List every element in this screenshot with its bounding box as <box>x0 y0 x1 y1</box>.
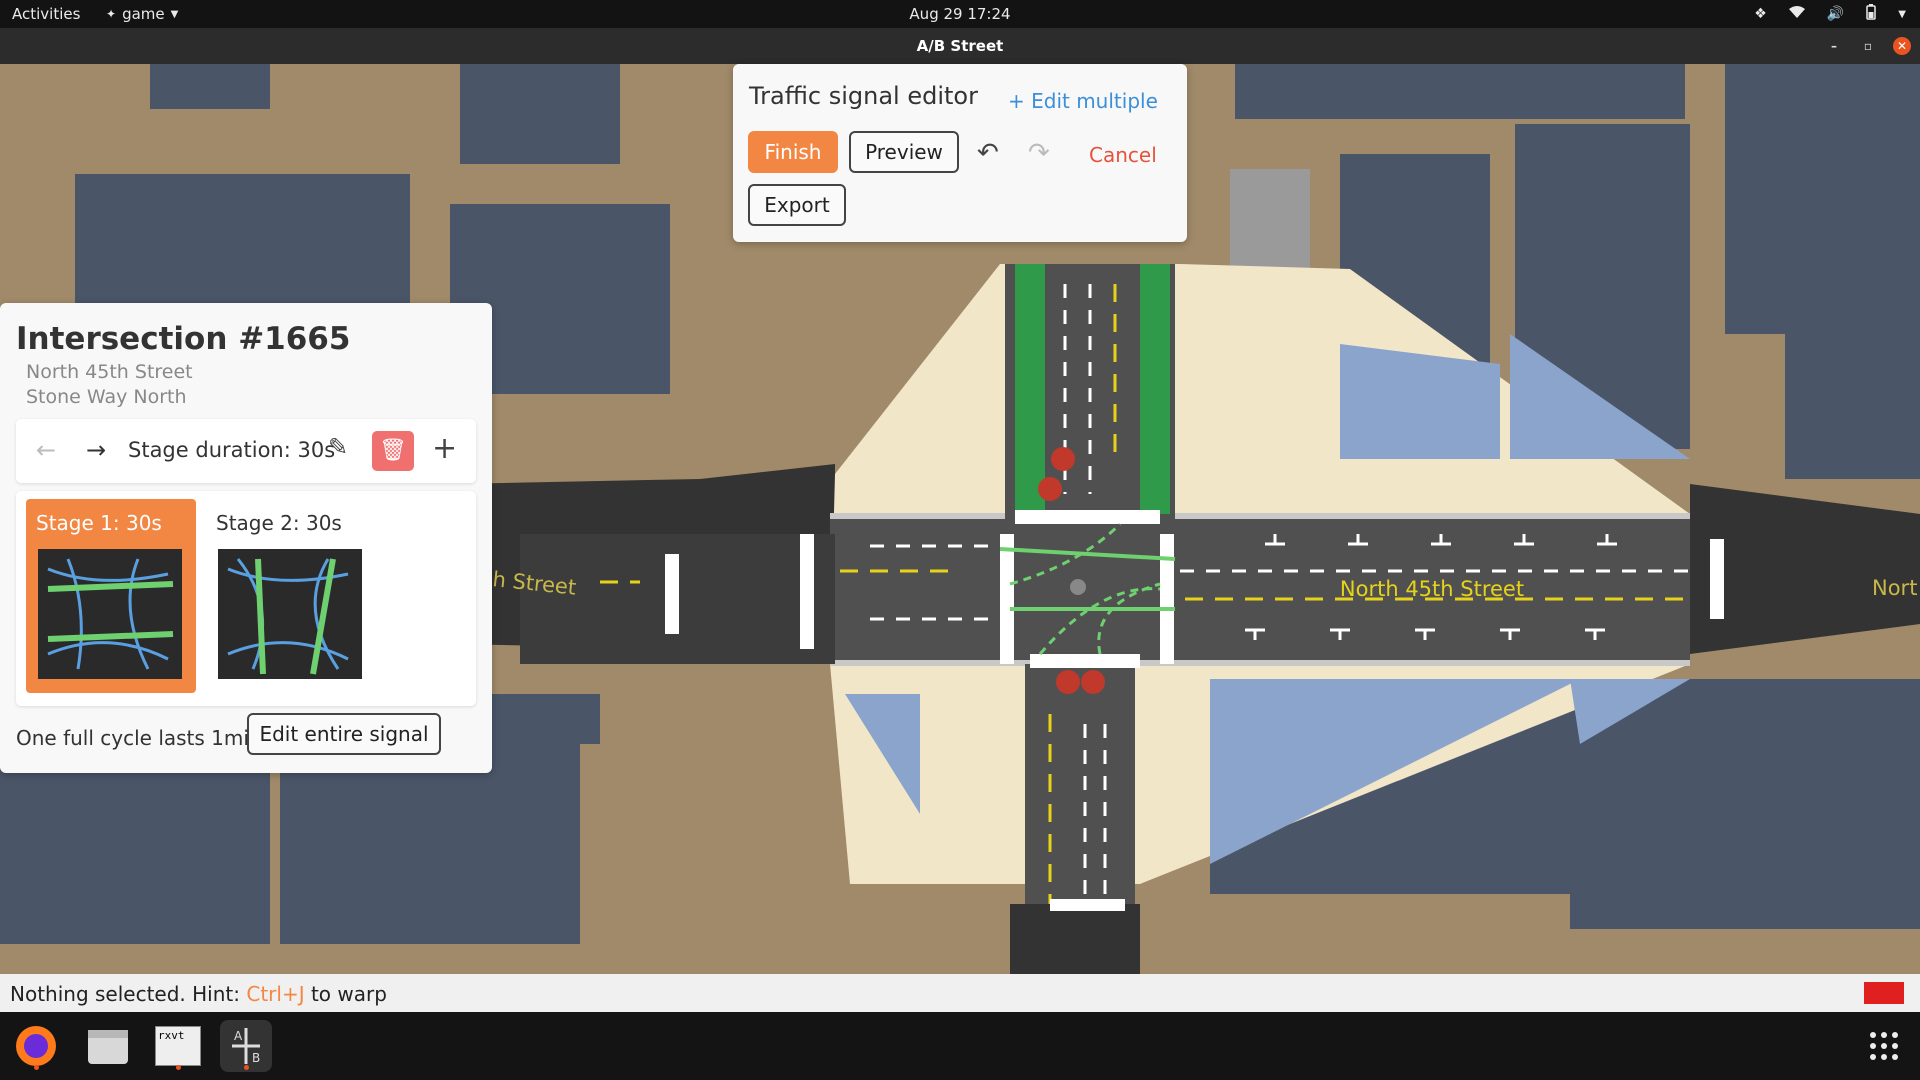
traffic-signal-editor-panel: Traffic signal editor + Edit multiple Fi… <box>733 64 1187 242</box>
stage-toolbar: ← → Stage duration: 30s ✎ 🗑 + <box>16 419 476 483</box>
files-icon[interactable] <box>82 1020 134 1072</box>
street-name: North 45th Street <box>26 361 193 383</box>
stage-list: Stage 1: 30s Stage 2: 30s <box>16 491 476 706</box>
window-title: A/B Street <box>916 37 1004 55</box>
finish-button[interactable]: Finish <box>748 131 838 173</box>
intersection-panel: Intersection #1665 North 45th Street Sto… <box>0 303 492 773</box>
status-message: Nothing selected. Hint: Ctrl+J to warp <box>10 982 387 1006</box>
minimize-button[interactable]: – <box>1825 37 1843 55</box>
street-name: Stone Way North <box>26 386 187 408</box>
stage-card-1[interactable]: Stage 1: 30s <box>26 499 196 693</box>
status-bar: Nothing selected. Hint: Ctrl+J to warp <box>0 974 1920 1012</box>
undo-icon[interactable]: ↶ <box>977 138 999 168</box>
stage-thumbnail <box>38 549 182 679</box>
svg-text:A: A <box>234 1029 243 1043</box>
dropbox-icon[interactable]: ❖ <box>1754 6 1767 22</box>
chevron-down-icon: ▼ <box>170 8 179 20</box>
trash-icon[interactable]: 🗑 <box>372 431 414 471</box>
arrow-left-icon[interactable]: ← <box>36 436 56 464</box>
maximize-button[interactable]: ▫ <box>1859 37 1877 55</box>
panel-title: Traffic signal editor <box>749 82 978 110</box>
window-title-bar: A/B Street – ▫ ✕ <box>0 28 1920 64</box>
status-indicator <box>1864 982 1904 1004</box>
volume-icon[interactable]: 🔊 <box>1827 6 1844 22</box>
activities-button[interactable]: Activities <box>12 5 80 23</box>
terminal-label: rxvt <box>155 1026 201 1066</box>
street-label-north-45th: North 45th Street <box>1340 577 1524 601</box>
stage-thumbnail <box>218 549 362 679</box>
pencil-icon[interactable]: ✎ <box>328 433 348 461</box>
redo-icon[interactable]: ↷ <box>1028 138 1050 168</box>
plus-icon[interactable]: + <box>432 431 457 466</box>
app-menu[interactable]: ✦ game ▼ <box>106 5 178 23</box>
street-label-east: Nort <box>1872 576 1917 600</box>
app-menu-label: game <box>122 5 165 23</box>
clock[interactable]: Aug 29 17:24 <box>909 5 1010 23</box>
close-button[interactable]: ✕ <box>1893 37 1911 55</box>
app-grid-icon[interactable] <box>1858 1020 1910 1072</box>
edit-multiple-link[interactable]: + Edit multiple <box>1008 89 1158 113</box>
stage-label: Stage 1: 30s <box>36 511 162 535</box>
battery-icon[interactable] <box>1866 4 1877 24</box>
svg-text:B: B <box>252 1051 260 1065</box>
system-top-bar: Activities ✦ game ▼ Aug 29 17:24 ❖ 🔊 ▼ <box>0 0 1920 28</box>
dock: rxvt AB <box>0 1012 1920 1080</box>
preview-button[interactable]: Preview <box>849 131 959 173</box>
cycle-length-text: One full cycle lasts 1min <box>16 726 262 750</box>
stage-duration: Stage duration: 30s <box>128 438 336 462</box>
terminal-icon[interactable]: rxvt <box>152 1020 204 1072</box>
wifi-icon[interactable] <box>1788 5 1805 23</box>
arrow-right-icon[interactable]: → <box>86 436 106 464</box>
export-button[interactable]: Export <box>748 184 846 226</box>
firefox-icon[interactable] <box>10 1020 62 1072</box>
cancel-button[interactable]: Cancel <box>1089 143 1157 167</box>
abstreet-icon[interactable]: AB <box>220 1020 272 1072</box>
system-tray[interactable]: ❖ 🔊 ▼ <box>1754 4 1906 24</box>
edit-entire-signal-button[interactable]: Edit entire signal <box>247 713 441 755</box>
chevron-down-icon[interactable]: ▼ <box>1898 9 1906 20</box>
app-menu-icon: ✦ <box>106 7 117 21</box>
intersection-title: Intersection #1665 <box>16 321 351 357</box>
stage-card-2[interactable]: Stage 2: 30s <box>206 499 376 693</box>
stage-label: Stage 2: 30s <box>216 511 342 535</box>
